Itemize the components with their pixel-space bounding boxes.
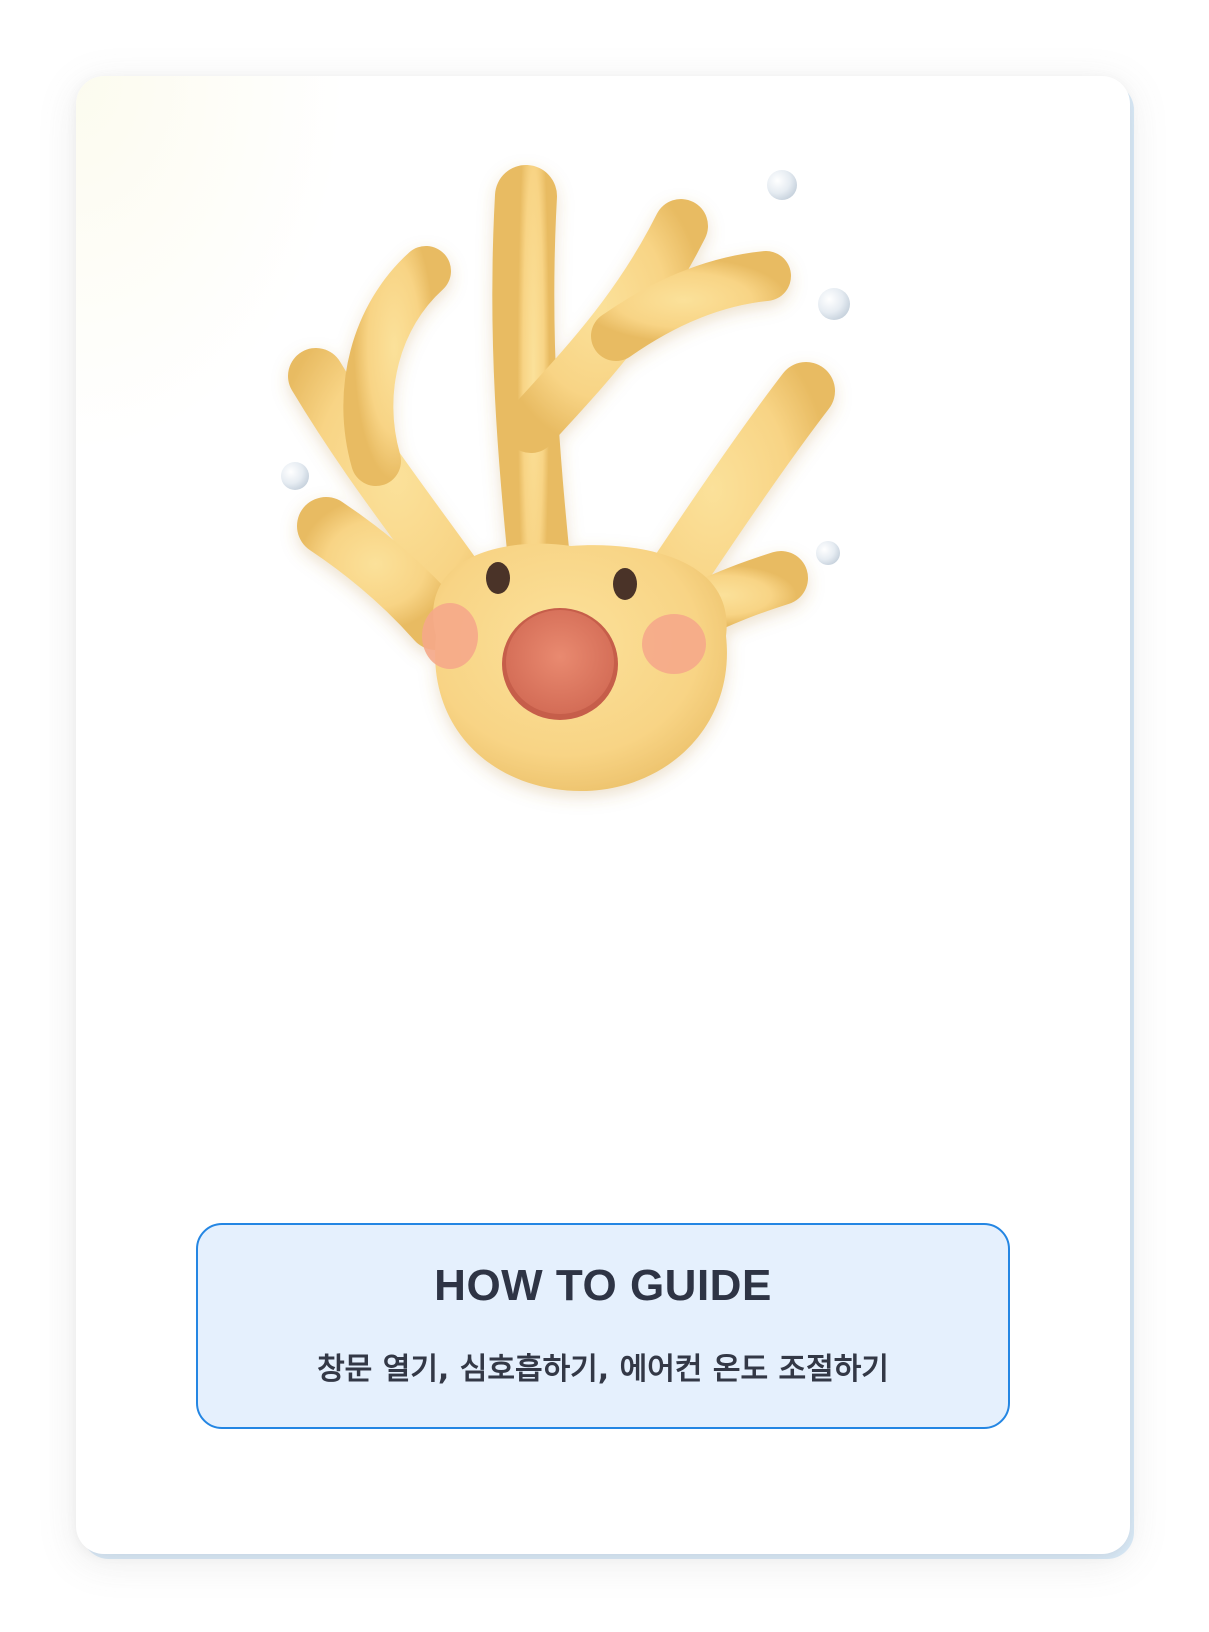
bubble xyxy=(281,462,309,490)
left-eye xyxy=(486,562,510,594)
right-cheek xyxy=(642,614,706,674)
how-to-guide-panel: HOW TO GUIDE 창문 열기, 심호흡하기, 에어컨 온도 조절하기 xyxy=(196,1223,1010,1429)
guide-card: HOW TO GUIDE 창문 열기, 심호흡하기, 에어컨 온도 조절하기 xyxy=(76,76,1130,1554)
bubble xyxy=(818,288,850,320)
guide-description: 창문 열기, 심호흡하기, 에어컨 온도 조절하기 xyxy=(317,1352,889,1387)
surprised-coral-character-icon xyxy=(281,165,850,791)
right-eye xyxy=(613,568,637,600)
bubble xyxy=(816,541,840,565)
guide-title: HOW TO GUIDE xyxy=(434,1261,772,1310)
bubble xyxy=(767,170,797,200)
left-cheek xyxy=(422,603,478,669)
